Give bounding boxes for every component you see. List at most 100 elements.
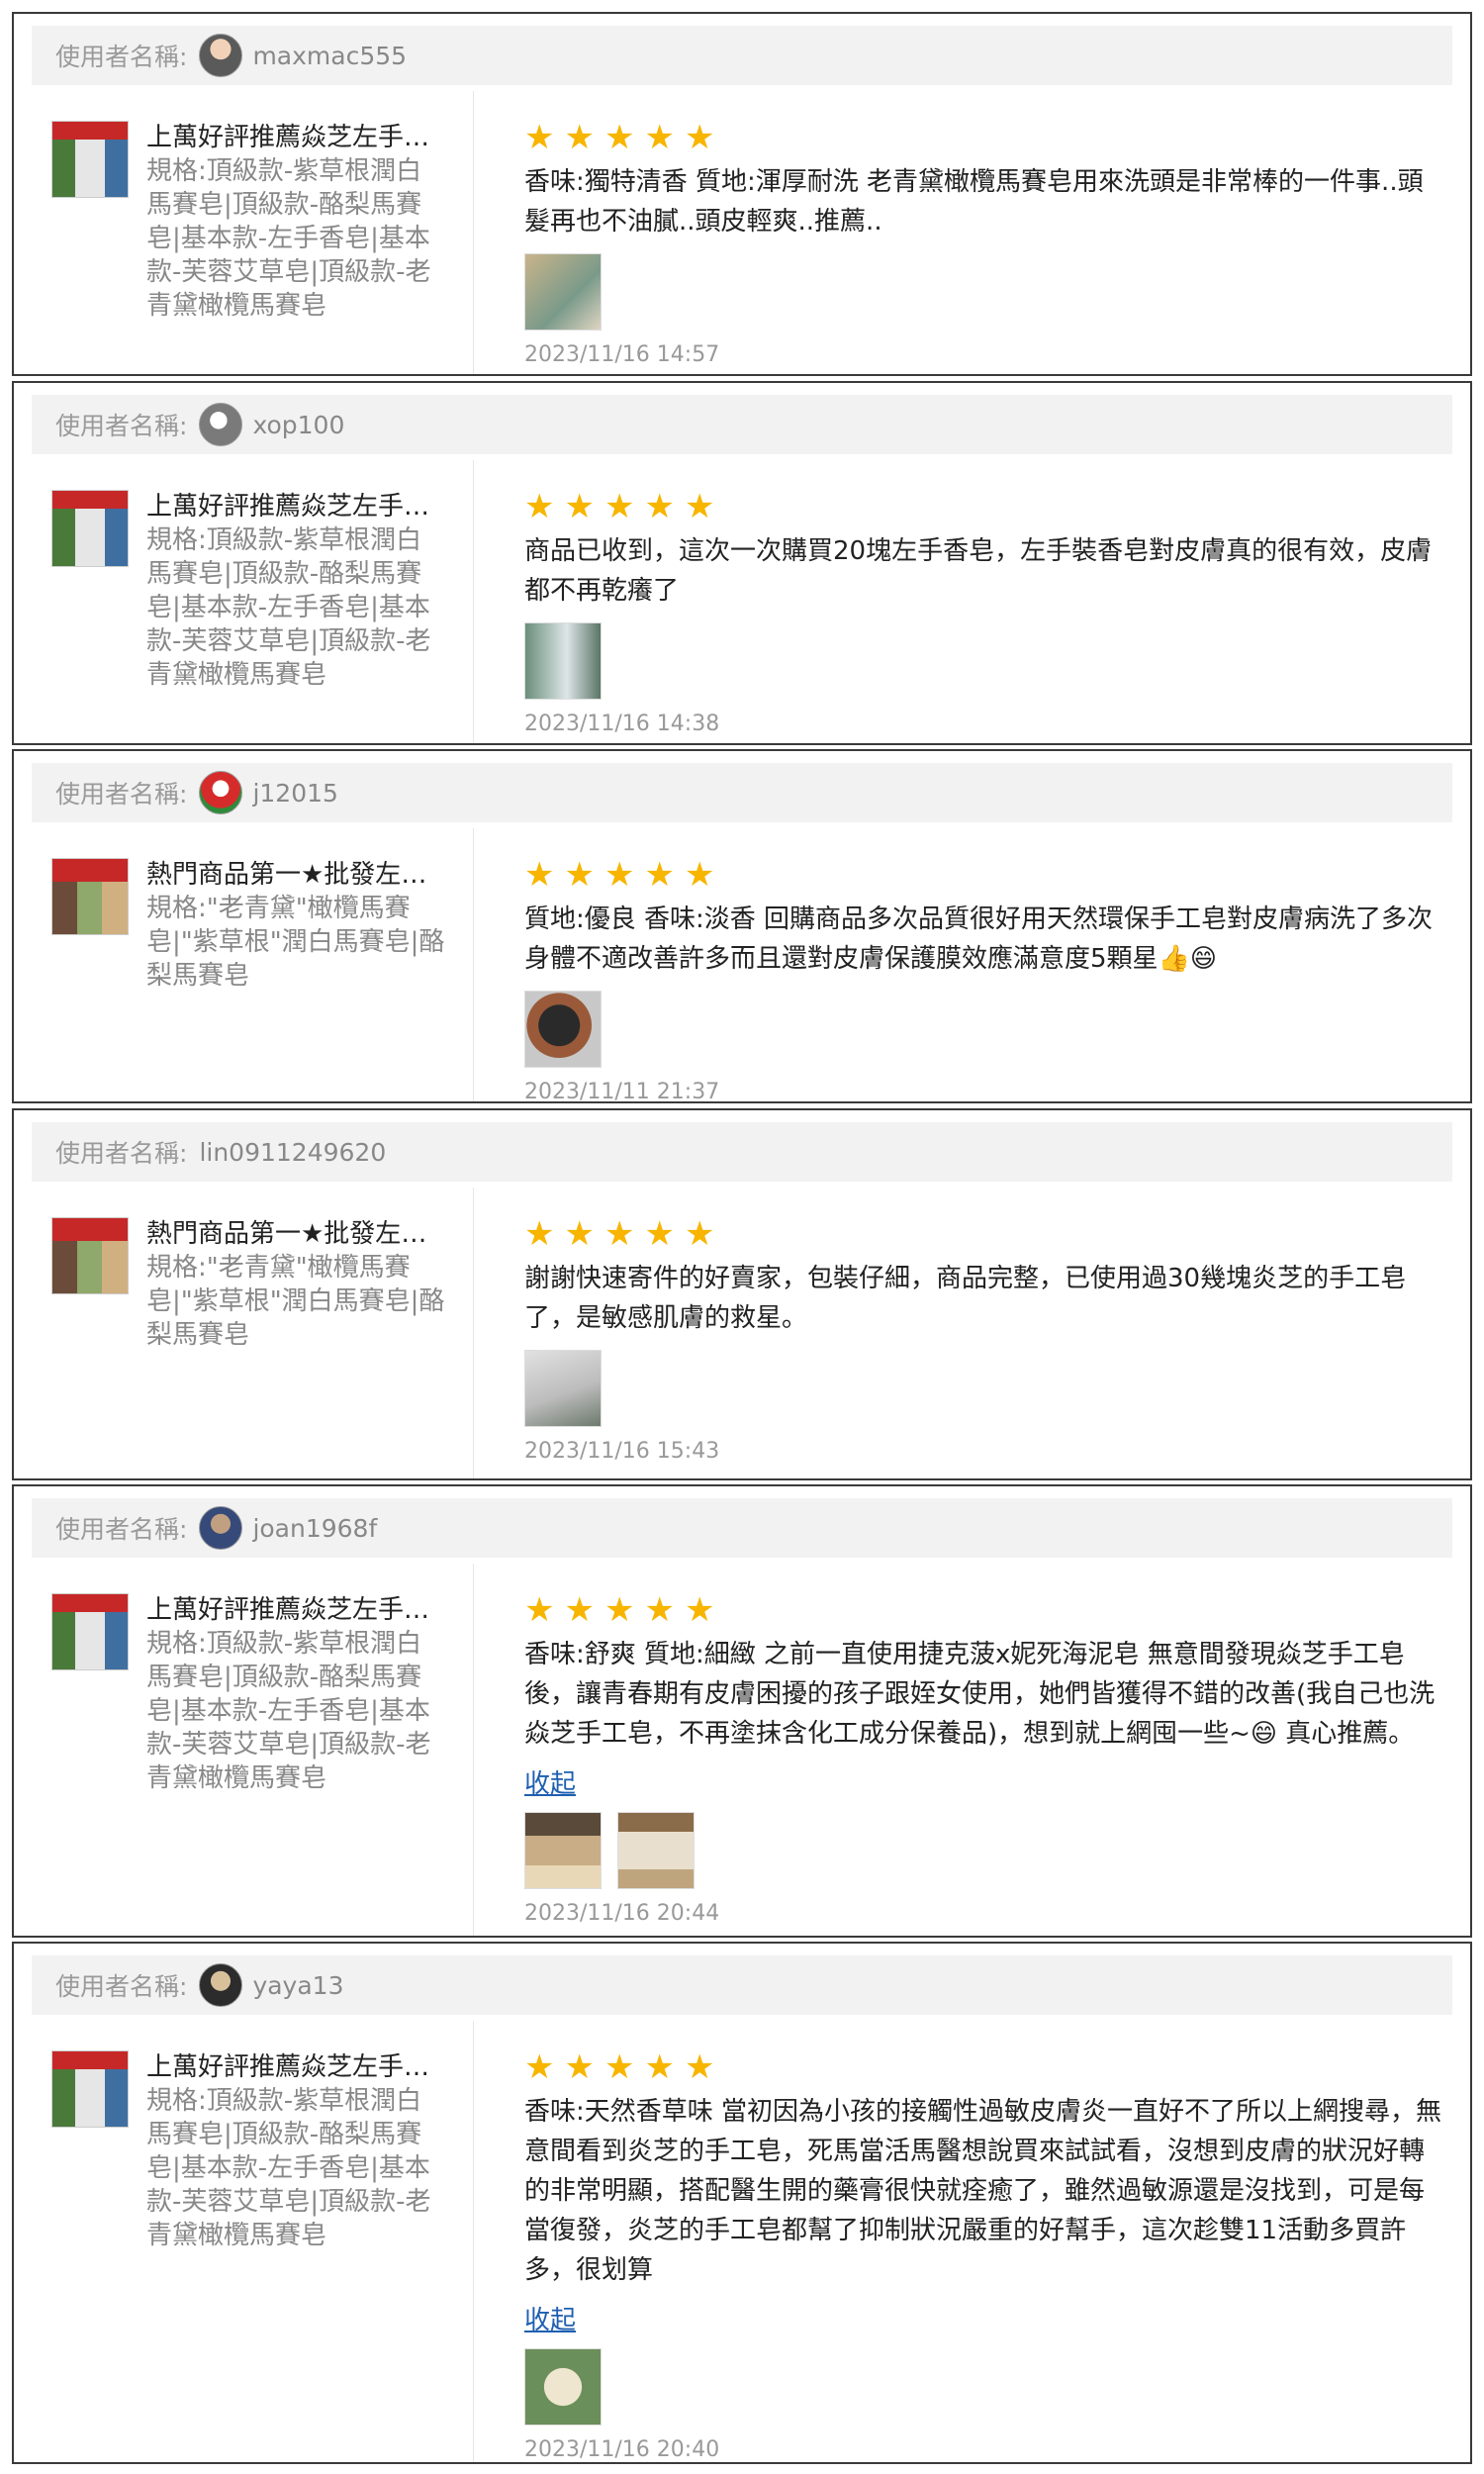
review-photo[interactable] (524, 1812, 602, 1889)
review-card: 使用者名稱: yaya13 上萬好評推薦焱芝左手香皂 規格:頂級款-紫草根潤白馬… (12, 1942, 1472, 2464)
review-card: 使用者名稱: xop100 上萬好評推薦焱芝左手香皂 規格:頂級款-紫草根潤白馬… (12, 381, 1472, 745)
star-icon: ★ (603, 1214, 635, 1254)
product-spec: 規格:頂級款-紫草根潤白馬賽皂|頂級款-酪梨馬賽皂|基本款-左手香皂|基本款-芙… (146, 1629, 431, 1793)
product-spec: 規格:頂級款-紫草根潤白馬賽皂|頂級款-酪梨馬賽皂|基本款-左手香皂|基本款-芙… (146, 156, 431, 321)
review-photo[interactable] (524, 622, 602, 700)
review-photos (524, 991, 1446, 1068)
review-content: ★ ★ ★ ★ ★ 香味:舒爽 質地:細緻 之前一直使用捷克菠x妮死海泥皂 無意… (524, 1593, 1446, 1926)
product-spec: 規格:"老青黛"橄欖馬賽皂|"紫草根"潤白馬賽皂|酪梨馬賽皂 (146, 894, 445, 991)
star-icon: ★ (644, 855, 675, 895)
product-info[interactable]: 上萬好評推薦焱芝左手香皂 規格:頂級款-紫草根潤白馬賽皂|頂級款-酪梨馬賽皂|基… (51, 121, 447, 323)
username[interactable]: xop100 (252, 411, 344, 439)
column-divider (473, 1188, 474, 1478)
star-icon: ★ (684, 1214, 715, 1254)
avatar[interactable] (199, 34, 243, 77)
star-icon: ★ (603, 855, 635, 895)
column-divider (473, 828, 474, 1101)
product-name[interactable]: 上萬好評推薦焱芝左手香皂 (146, 1593, 447, 1627)
username[interactable]: joan1968f (252, 1514, 377, 1543)
review-photos (524, 1350, 1446, 1427)
star-icon: ★ (524, 2047, 555, 2087)
product-info[interactable]: 熱門商品第一★批發左手香皂 規格:"老青黛"橄欖馬賽皂|"紫草根"潤白馬賽皂|酪… (51, 858, 447, 993)
star-icon: ★ (524, 1214, 555, 1254)
username-label: 使用者名稱: (55, 43, 188, 71)
star-icon: ★ (564, 855, 595, 895)
avatar[interactable] (199, 771, 243, 814)
star-icon: ★ (684, 1590, 715, 1630)
star-rating: ★ ★ ★ ★ ★ (524, 1593, 1446, 1627)
avatar[interactable] (199, 1963, 243, 2007)
product-info[interactable]: 上萬好評推薦焱芝左手香皂 規格:頂級款-紫草根潤白馬賽皂|頂級款-酪梨馬賽皂|基… (51, 2050, 447, 2252)
review-content: ★ ★ ★ ★ ★ 香味:獨特清香 質地:渾厚耐洗 老青黛橄欖馬賽皂用來洗頭是非… (524, 121, 1446, 367)
reviewer-header: 使用者名稱: yaya13 (32, 1955, 1452, 2015)
product-info[interactable]: 上萬好評推薦焱芝左手香皂 規格:頂級款-紫草根潤白馬賽皂|頂級款-酪梨馬賽皂|基… (51, 1593, 447, 1795)
star-icon: ★ (524, 118, 555, 157)
product-spec: 規格:頂級款-紫草根潤白馬賽皂|頂級款-酪梨馬賽皂|基本款-左手香皂|基本款-芙… (146, 2086, 431, 2250)
star-rating: ★ ★ ★ ★ ★ (524, 858, 1446, 892)
review-photos (524, 622, 1446, 700)
product-thumbnail[interactable] (51, 121, 129, 198)
star-icon: ★ (524, 487, 555, 526)
review-timestamp: 2023/11/16 14:57 (524, 342, 720, 367)
product-name[interactable]: 上萬好評推薦焱芝左手香皂 (146, 490, 447, 523)
review-card: 使用者名稱: j12015 熱門商品第一★批發左手香皂 規格:"老青黛"橄欖馬賽… (12, 749, 1472, 1104)
product-spec: 規格:"老青黛"橄欖馬賽皂|"紫草根"潤白馬賽皂|酪梨馬賽皂 (146, 1253, 445, 1350)
product-spec: 規格:頂級款-紫草根潤白馬賽皂|頂級款-酪梨馬賽皂|基本款-左手香皂|基本款-芙… (146, 525, 431, 690)
avatar[interactable] (199, 1506, 243, 1550)
collapse-link[interactable]: 收起 (524, 2300, 576, 2336)
review-text: 香味:天然香草味 當初因為小孩的接觸性過敏皮膚炎一直好不了所以上網搜尋，無意間看… (524, 2097, 1442, 2285)
username[interactable]: maxmac555 (252, 42, 407, 70)
username[interactable]: j12015 (252, 779, 337, 808)
star-icon: ★ (564, 118, 595, 157)
review-photo[interactable] (524, 1350, 602, 1427)
review-text: 謝謝快速寄件的好賣家，包裝仔細，商品完整，已使用過30幾塊炎芝的手工皂了，是敏感… (524, 1264, 1407, 1333)
product-info[interactable]: 上萬好評推薦焱芝左手香皂 規格:頂級款-紫草根潤白馬賽皂|頂級款-酪梨馬賽皂|基… (51, 490, 447, 692)
review-list: 使用者名稱: maxmac555 上萬好評推薦焱芝左手香皂 規格:頂級款-紫草根… (0, 0, 1484, 2474)
review-photo[interactable] (524, 991, 602, 1068)
username-label: 使用者名稱: (55, 1972, 188, 2001)
star-icon: ★ (564, 2047, 595, 2087)
product-info[interactable]: 熱門商品第一★批發左手香皂 規格:"老青黛"橄欖馬賽皂|"紫草根"潤白馬賽皂|酪… (51, 1217, 447, 1352)
product-thumbnail[interactable] (51, 490, 129, 567)
avatar[interactable] (199, 403, 243, 446)
product-name[interactable]: 熱門商品第一★批發左手香皂 (146, 858, 447, 892)
star-icon: ★ (603, 2047, 635, 2087)
review-card: 使用者名稱: maxmac555 上萬好評推薦焱芝左手香皂 規格:頂級款-紫草根… (12, 12, 1472, 376)
star-icon: ★ (524, 1590, 555, 1630)
review-text: 香味:獨特清香 質地:渾厚耐洗 老青黛橄欖馬賽皂用來洗頭是非常棒的一件事..頭髮… (524, 167, 1424, 237)
star-icon: ★ (524, 855, 555, 895)
username-label: 使用者名稱: (55, 1515, 188, 1544)
collapse-link[interactable]: 收起 (524, 1763, 576, 1800)
review-text: 質地:優良 香味:淡香 回購商品多次品質很好用天然環保手工皂對皮膚病洗了多次身體… (524, 904, 1434, 974)
star-icon: ★ (603, 118, 635, 157)
review-photos (524, 1812, 1446, 1889)
review-photo[interactable] (617, 1812, 695, 1889)
star-rating: ★ ★ ★ ★ ★ (524, 1217, 1446, 1251)
product-thumbnail[interactable] (51, 858, 129, 935)
review-photo[interactable] (524, 2348, 602, 2426)
product-thumbnail[interactable] (51, 1593, 129, 1670)
username[interactable]: yaya13 (252, 1971, 343, 2000)
review-photo[interactable] (524, 253, 602, 331)
review-content: ★ ★ ★ ★ ★ 商品已收到，這次一次購買20塊左手香皂，左手裝香皂對皮膚真的… (524, 490, 1446, 736)
username-label: 使用者名稱: (55, 1139, 188, 1168)
reviewer-header: 使用者名稱: joan1968f (32, 1498, 1452, 1558)
reviewer-header: 使用者名稱: xop100 (32, 395, 1452, 454)
star-icon: ★ (644, 487, 675, 526)
username[interactable]: lin0911249620 (199, 1138, 386, 1167)
star-icon: ★ (603, 1590, 635, 1630)
star-icon: ★ (564, 1590, 595, 1630)
review-timestamp: 2023/11/16 20:40 (524, 2437, 720, 2462)
review-timestamp: 2023/11/11 21:37 (524, 1080, 720, 1104)
product-name[interactable]: 上萬好評推薦焱芝左手香皂 (146, 2050, 447, 2084)
product-thumbnail[interactable] (51, 2050, 129, 2128)
review-content: ★ ★ ★ ★ ★ 謝謝快速寄件的好賣家，包裝仔細，商品完整，已使用過30幾塊炎… (524, 1217, 1446, 1464)
review-timestamp: 2023/11/16 20:44 (524, 1901, 720, 1926)
product-name[interactable]: 上萬好評推薦焱芝左手香皂 (146, 121, 447, 154)
star-rating: ★ ★ ★ ★ ★ (524, 121, 1446, 154)
product-name[interactable]: 熱門商品第一★批發左手香皂 (146, 1217, 447, 1251)
product-thumbnail[interactable] (51, 1217, 129, 1294)
reviewer-header: 使用者名稱: j12015 (32, 763, 1452, 822)
star-rating: ★ ★ ★ ★ ★ (524, 2050, 1446, 2084)
star-icon: ★ (684, 855, 715, 895)
